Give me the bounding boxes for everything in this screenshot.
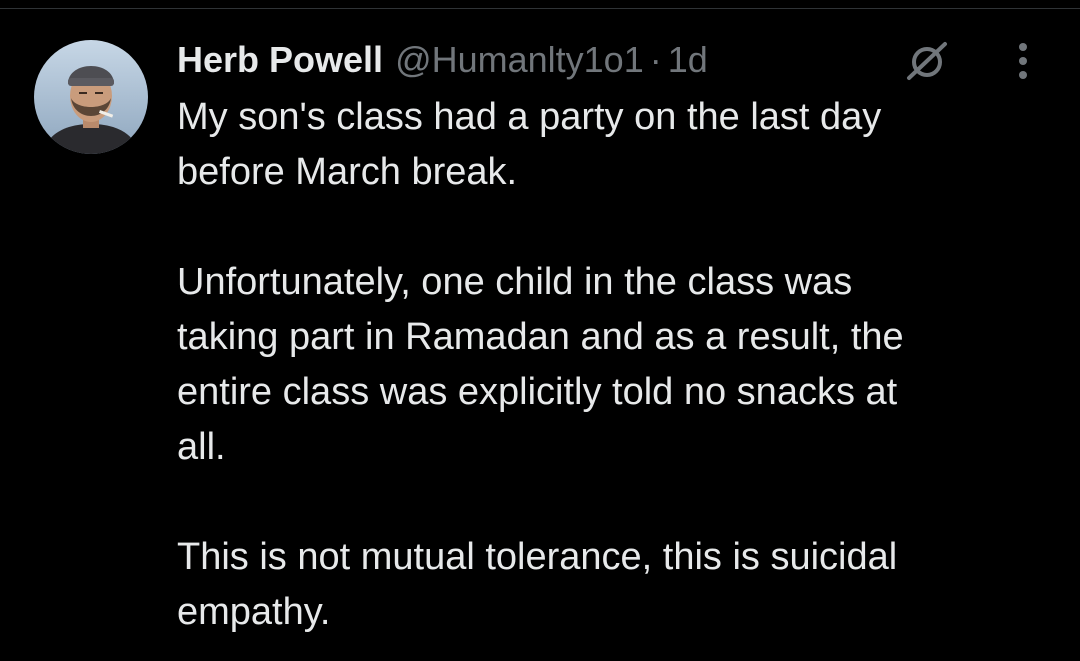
author-display-name[interactable]: Herb Powell	[177, 38, 383, 82]
more-vertical-icon[interactable]	[1008, 40, 1038, 84]
tweet-paragraph: Unfortunately, one child in the class wa…	[177, 261, 904, 468]
tweet-paragraph: This is not mutual tolerance, this is su…	[177, 536, 898, 633]
tweet-timestamp[interactable]: 1d	[668, 38, 708, 82]
tweet-paragraph: My son's class had a party on the last d…	[177, 96, 882, 193]
author-handle[interactable]: @Humanlty1o1	[395, 38, 644, 82]
tweet-text: My son's class had a party on the last d…	[177, 90, 1057, 640]
grok-slash-circle-icon[interactable]	[903, 40, 951, 82]
header-separator: ·	[649, 39, 662, 80]
top-divider	[0, 8, 1080, 9]
avatar[interactable]	[34, 40, 148, 154]
avatar-image	[34, 40, 148, 154]
tweet-header: Herb Powell @Humanlty1o1 · 1d	[177, 38, 708, 82]
